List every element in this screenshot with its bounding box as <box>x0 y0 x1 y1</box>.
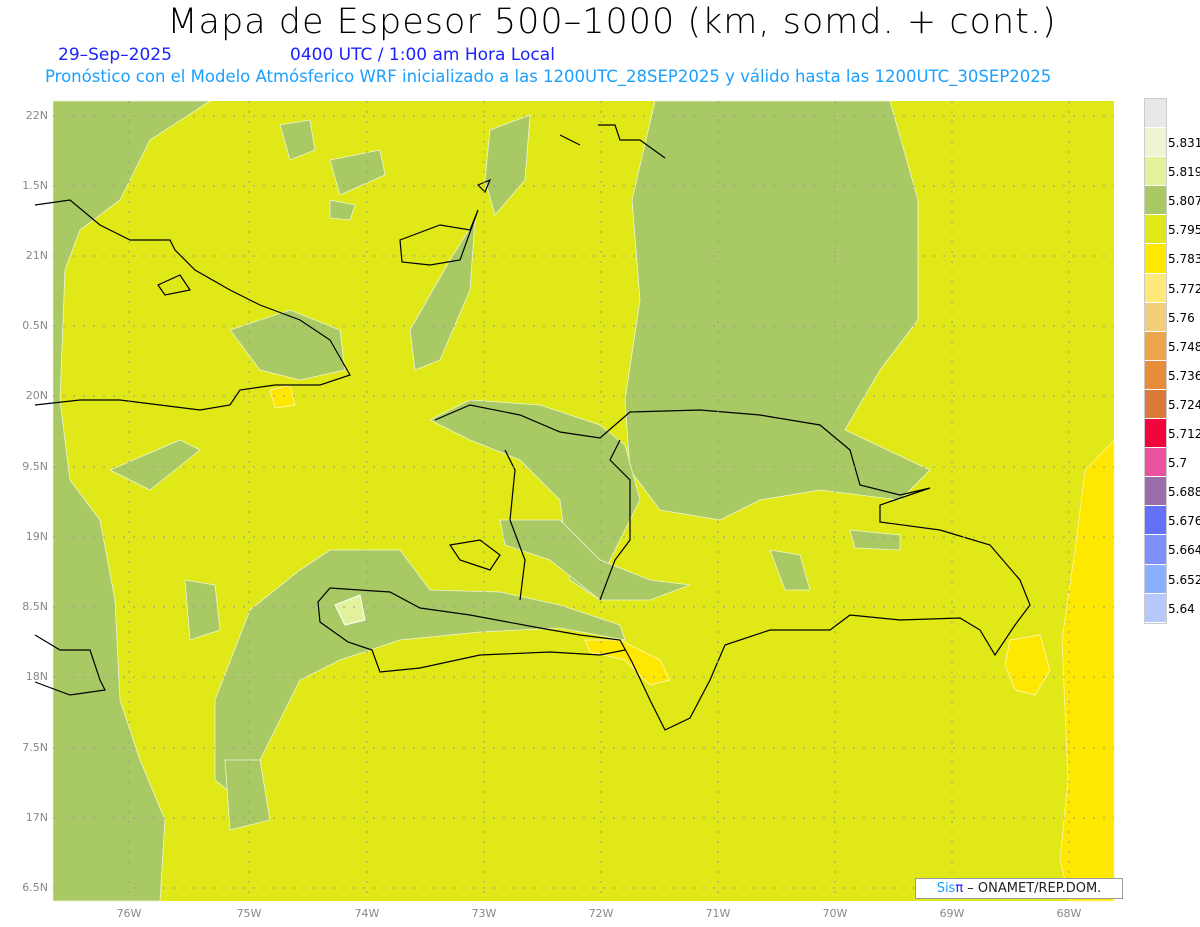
lon-label: 75W <box>236 907 262 920</box>
colorbar-swatch <box>1145 535 1166 565</box>
lat-label: 17N <box>25 811 48 824</box>
lat-label: 18N <box>25 670 48 683</box>
colorbar-level-label: 5.724 <box>1168 397 1200 412</box>
credit-sis: Sis <box>936 881 956 896</box>
colorbar-level-label: 5.688 <box>1168 485 1200 500</box>
colorbar-swatch <box>1145 244 1166 274</box>
lat-label: 0.5N <box>22 319 48 332</box>
lon-label: 73W <box>471 907 497 920</box>
colorbar-level-label: 5.64 <box>1168 601 1195 616</box>
lon-label: 72W <box>588 907 614 920</box>
colorbar-swatch <box>1145 593 1166 623</box>
colorbar-level-label: 5.748 <box>1168 339 1200 354</box>
colorbar-swatch <box>1145 99 1166 129</box>
thickness-map <box>34 100 1115 902</box>
colorbar-swatch <box>1145 506 1166 536</box>
colorbar <box>1144 98 1167 624</box>
lon-label: 76W <box>116 907 142 920</box>
colorbar-swatch <box>1145 186 1166 216</box>
colorbar-level-label: 5.783 <box>1168 252 1200 267</box>
lat-label: 1.5N <box>22 179 48 192</box>
lat-label: 19N <box>25 530 48 543</box>
lat-label: 7.5N <box>22 741 48 754</box>
lat-label: 6.5N <box>22 881 48 894</box>
colorbar-swatch <box>1145 564 1166 594</box>
colorbar-swatch <box>1145 360 1166 390</box>
lon-label: 74W <box>354 907 380 920</box>
colorbar-level-label: 5.772 <box>1168 281 1200 296</box>
lon-label: 70W <box>822 907 848 920</box>
lat-label: 21N <box>25 249 48 262</box>
credit-pi: π <box>955 881 964 896</box>
lon-label: 69W <box>939 907 965 920</box>
colorbar-level-label: 5.736 <box>1168 368 1200 383</box>
colorbar-level-label: 5.664 <box>1168 543 1200 558</box>
credit-text: – ONAMET/REP.DOM. <box>963 881 1102 896</box>
colorbar-level-label: 5.819 <box>1168 165 1200 180</box>
lat-label: 20N <box>25 389 48 402</box>
colorbar-swatch <box>1145 273 1166 303</box>
colorbar-level-label: 5.652 <box>1168 572 1200 587</box>
colorbar-level-label: 5.807 <box>1168 194 1200 209</box>
colorbar-level-label: 5.676 <box>1168 514 1200 529</box>
colorbar-swatch <box>1145 215 1166 245</box>
colorbar-swatch <box>1145 448 1166 478</box>
lon-label: 71W <box>705 907 731 920</box>
lat-label: 8.5N <box>22 600 48 613</box>
lat-label: 9.5N <box>22 460 48 473</box>
credit-box: Sisπ – ONAMET/REP.DOM. <box>915 878 1123 899</box>
colorbar-level-label: 5.795 <box>1168 223 1200 238</box>
colorbar-swatch <box>1145 389 1166 420</box>
colorbar-swatch <box>1145 477 1166 507</box>
colorbar-swatch <box>1145 331 1166 361</box>
colorbar-level-label: 5.831 <box>1168 136 1200 150</box>
colorbar-swatch <box>1145 128 1166 158</box>
lat-label: 22N <box>25 109 48 122</box>
colorbar-swatch <box>1145 419 1166 449</box>
colorbar-swatch <box>1145 302 1166 332</box>
colorbar-level-label: 5.76 <box>1168 310 1195 325</box>
colorbar-swatch <box>1145 157 1166 187</box>
colorbar-level-label: 5.7 <box>1168 456 1188 471</box>
colorbar-level-label: 5.712 <box>1168 427 1200 441</box>
lon-label: 68W <box>1056 907 1082 920</box>
